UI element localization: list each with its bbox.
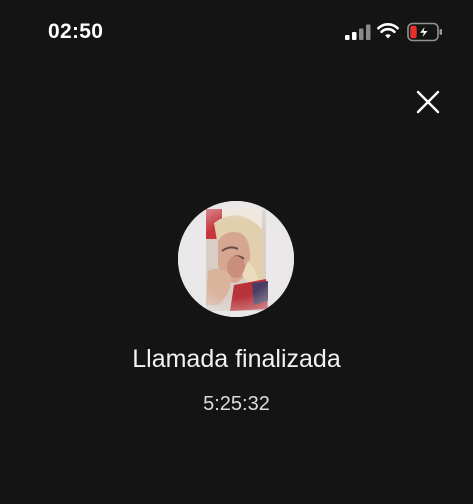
close-icon bbox=[416, 90, 440, 114]
close-button[interactable] bbox=[410, 84, 446, 120]
avatar-image bbox=[178, 201, 294, 317]
call-status-text: Llamada finalizada bbox=[132, 345, 341, 373]
contact-avatar bbox=[178, 201, 294, 317]
call-duration: 5:25:32 bbox=[203, 393, 270, 415]
wifi-icon bbox=[377, 23, 399, 39]
status-time: 02:50 bbox=[48, 20, 104, 43]
status-bar: 02:50 bbox=[0, 0, 473, 64]
battery-charging-icon bbox=[407, 22, 442, 42]
signal-icon bbox=[345, 24, 371, 40]
